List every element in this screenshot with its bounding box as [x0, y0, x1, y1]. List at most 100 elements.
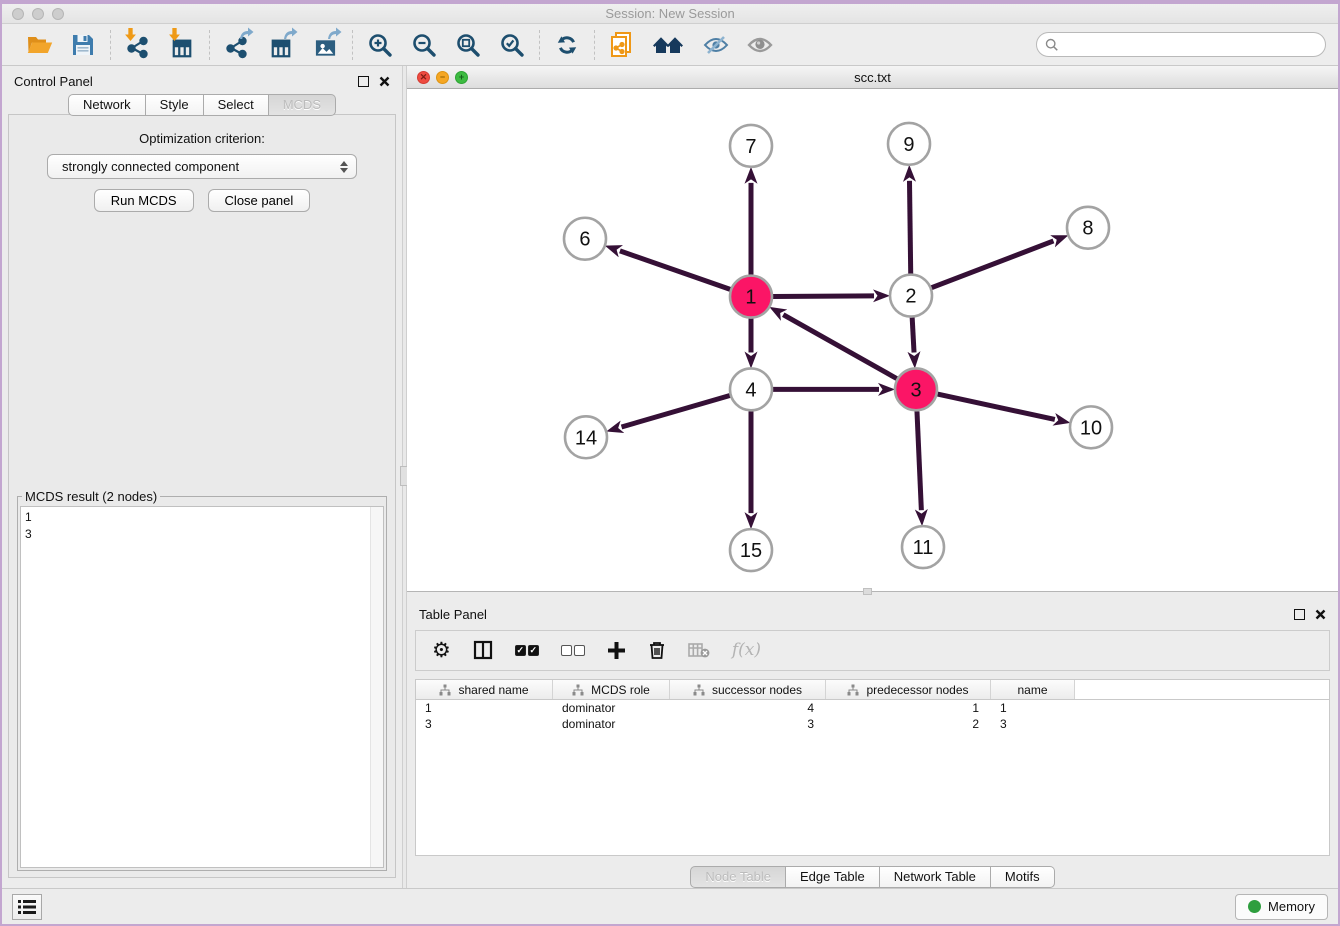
show-column-button[interactable] — [473, 637, 493, 663]
mcds-result-title: MCDS result (2 nodes) — [22, 489, 160, 504]
select-all-button[interactable]: ✓ ✓ — [515, 637, 539, 663]
close-panel-icon[interactable] — [1315, 609, 1326, 620]
search-input[interactable] — [1065, 37, 1317, 52]
graph-node-label-3: 3 — [910, 379, 921, 401]
table-cell[interactable]: 3 — [670, 717, 826, 731]
tab-mcds[interactable]: MCDS — [269, 94, 336, 116]
eye-slash-icon — [702, 34, 730, 56]
add-column-button[interactable] — [607, 637, 626, 663]
refresh-view-button[interactable] — [552, 30, 582, 60]
checked-box-icon: ✓ — [528, 645, 539, 656]
memory-button[interactable]: Memory — [1235, 894, 1328, 920]
export-table-button[interactable] — [266, 30, 296, 60]
table-settings-button[interactable]: ⚙ — [432, 637, 451, 663]
graph-edge-1-6[interactable] — [620, 251, 730, 289]
column-label: shared name — [458, 683, 528, 697]
function-builder-button[interactable]: f(x) — [732, 637, 761, 663]
run-mcds-button[interactable]: Run MCDS — [94, 189, 194, 212]
table-cell[interactable]: 3 — [416, 717, 553, 731]
tab-motifs[interactable]: Motifs — [991, 866, 1055, 888]
splitter-grip[interactable] — [863, 588, 872, 595]
table-cell[interactable]: dominator — [553, 701, 670, 715]
trash-icon — [648, 640, 666, 660]
export-arrow-icon — [327, 27, 342, 40]
table-delete-icon — [688, 642, 710, 658]
close-panel-button[interactable]: Close panel — [208, 189, 311, 212]
hide-selected-button[interactable] — [701, 30, 731, 60]
close-panel-icon[interactable] — [379, 76, 390, 87]
result-scrollbar[interactable] — [370, 507, 383, 867]
application-window: Session: New Session — [0, 0, 1340, 926]
table-cell[interactable]: 1 — [826, 701, 991, 715]
graph-edge-2-9[interactable] — [909, 181, 910, 274]
table-cell[interactable]: 4 — [670, 701, 826, 715]
open-session-button[interactable] — [24, 30, 54, 60]
memory-label: Memory — [1268, 899, 1315, 914]
tab-node-table[interactable]: Node Table — [690, 866, 786, 888]
graph-edge-3-11[interactable] — [917, 411, 921, 510]
network-canvas[interactable]: 7968124314101511 — [407, 89, 1338, 591]
graph-edge-3-1[interactable] — [783, 315, 897, 379]
search-box[interactable] — [1036, 32, 1326, 57]
table-row[interactable]: 1dominator411 — [416, 700, 1329, 716]
column-header-name[interactable]: name — [991, 680, 1075, 699]
graph-edge-4-14[interactable] — [622, 396, 730, 427]
node-table: shared name MCDS role successor nodes pr… — [415, 679, 1330, 856]
graph-node-label-14: 14 — [575, 427, 597, 449]
graph-edge-1-2[interactable] — [773, 296, 874, 297]
open-folder-icon — [26, 33, 53, 57]
delete-table-button[interactable] — [688, 637, 710, 663]
import-table-button[interactable] — [167, 30, 197, 60]
table-toolbar: ⚙ ✓ ✓ — [415, 630, 1330, 671]
table-cell[interactable]: 3 — [991, 717, 1075, 731]
column-header-mcds-role[interactable]: MCDS role — [553, 680, 670, 699]
tab-network-table[interactable]: Network Table — [880, 866, 991, 888]
tab-edge-table[interactable]: Edge Table — [786, 866, 880, 888]
refresh-icon — [554, 33, 580, 57]
save-session-button[interactable] — [68, 30, 98, 60]
zoom-fit-button[interactable] — [453, 30, 483, 60]
table-cell[interactable]: 1 — [991, 701, 1075, 715]
mcds-result-text: 1 3 — [21, 507, 383, 545]
table-panel-tabs: Node TableEdge TableNetwork TableMotifs — [407, 866, 1338, 888]
graph-edge-3-10[interactable] — [937, 394, 1054, 419]
select-chevrons-icon — [340, 161, 348, 173]
tab-style[interactable]: Style — [146, 94, 204, 116]
horizontal-splitter[interactable] — [407, 592, 1338, 596]
gear-icon: ⚙ — [432, 640, 451, 661]
show-all-button[interactable] — [745, 30, 775, 60]
zoom-selected-button[interactable] — [497, 30, 527, 60]
float-panel-icon[interactable] — [1294, 609, 1305, 620]
tab-select[interactable]: Select — [204, 94, 269, 116]
image-icon — [314, 37, 337, 58]
deselect-all-button[interactable] — [561, 637, 585, 663]
tab-network[interactable]: Network — [68, 94, 146, 116]
home-button[interactable] — [651, 30, 687, 60]
graph-edge-2-3[interactable] — [912, 318, 914, 353]
delete-column-button[interactable] — [648, 637, 666, 663]
table-cell[interactable]: 2 — [826, 717, 991, 731]
column-header-shared-name[interactable]: shared name — [416, 680, 553, 699]
criterion-select[interactable]: strongly connected component — [47, 154, 357, 179]
plus-icon — [607, 641, 626, 660]
zoom-in-button[interactable] — [365, 30, 395, 60]
graph-edge-2-8[interactable] — [932, 241, 1054, 288]
table-cell[interactable]: dominator — [553, 717, 670, 731]
zoom-out-button[interactable] — [409, 30, 439, 60]
mcds-result-box[interactable]: 1 3 — [20, 506, 384, 868]
column-header-successor-nodes[interactable]: successor nodes — [670, 680, 826, 699]
table-cell[interactable]: 1 — [416, 701, 553, 715]
import-network-button[interactable] — [123, 30, 153, 60]
table-row[interactable]: 3dominator323 — [416, 716, 1329, 732]
graph-node-label-15: 15 — [740, 540, 762, 562]
task-history-button[interactable] — [12, 894, 42, 920]
network-view-window: ✕ − + scc.txt 7968124314101511 — [407, 66, 1338, 592]
new-network-from-selection-button[interactable] — [607, 30, 637, 60]
zoom-fit-icon — [455, 32, 481, 58]
column-header-predecessor-nodes[interactable]: predecessor nodes — [826, 680, 991, 699]
float-panel-icon[interactable] — [358, 76, 369, 87]
export-image-button[interactable] — [310, 30, 340, 60]
clone-network-icon — [609, 31, 635, 59]
memory-status-icon — [1248, 900, 1261, 913]
export-network-button[interactable] — [222, 30, 252, 60]
